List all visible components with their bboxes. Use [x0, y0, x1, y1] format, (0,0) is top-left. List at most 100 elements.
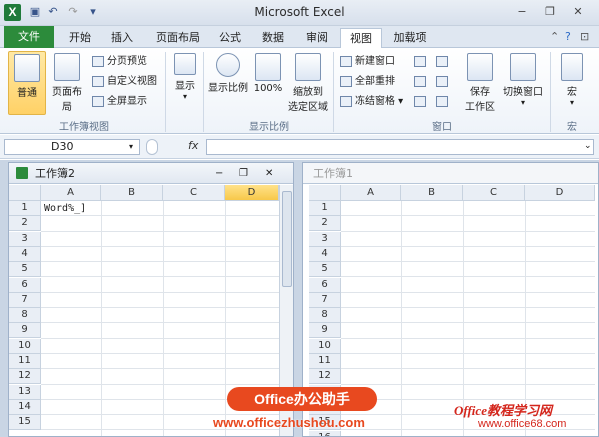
new-window-button[interactable]: 新建窗口	[340, 54, 395, 70]
view-side-by-side-button[interactable]	[436, 54, 451, 70]
window-title: Microsoft Excel	[254, 5, 345, 19]
select-all-corner[interactable]	[309, 185, 341, 201]
pane-close-button[interactable]: ✕	[265, 163, 273, 184]
restore-button[interactable]: ❐	[540, 5, 560, 19]
row-header[interactable]: 3	[309, 231, 341, 247]
tab-data[interactable]: 数据	[254, 28, 292, 48]
custom-views-button[interactable]: 自定义视图	[92, 74, 157, 90]
tab-home[interactable]: 开始	[60, 28, 100, 48]
expand-formula-bar-icon[interactable]: ⌄	[584, 141, 592, 151]
table-row	[41, 232, 279, 247]
hide-button[interactable]	[414, 74, 429, 90]
help-chevron-icon[interactable]: ⌃	[550, 30, 559, 43]
zoom-selection-label-1: 缩放到	[293, 87, 323, 98]
row-header[interactable]: 2	[9, 216, 41, 232]
switch-windows-button[interactable]: 切换窗口 ▾	[500, 51, 546, 115]
cell-a1[interactable]: Word%_]	[44, 203, 86, 214]
row-header[interactable]: 13	[9, 384, 41, 400]
row-header[interactable]: 8	[9, 308, 41, 324]
row-header[interactable]: 15	[9, 415, 41, 431]
column-header-c[interactable]: C	[163, 185, 225, 201]
row-header[interactable]: 6	[309, 277, 341, 293]
workbook-title-bar-inactive: 工作簿1	[303, 163, 598, 184]
name-box-dropdown-icon[interactable]: ▾	[129, 140, 133, 154]
zoom-button[interactable]: 显示比例	[206, 51, 250, 115]
row-header[interactable]: 8	[309, 308, 341, 324]
show-button[interactable]: 显示 ▾	[170, 51, 200, 115]
pane-minimize-button[interactable]: −	[215, 163, 223, 184]
page-break-label: 分页预览	[107, 56, 147, 67]
row-header[interactable]: 6	[9, 277, 41, 293]
tab-view[interactable]: 视图	[340, 28, 382, 49]
tab-review[interactable]: 审阅	[298, 28, 336, 48]
close-button[interactable]: ✕	[568, 5, 588, 19]
row-header[interactable]: 10	[309, 338, 341, 354]
row-header[interactable]: 4	[309, 246, 341, 262]
table-row	[341, 369, 595, 385]
column-header-b[interactable]: B	[401, 185, 463, 201]
column-header-a[interactable]: A	[41, 185, 101, 201]
minimize-button[interactable]: −	[512, 5, 532, 19]
reset-position-button[interactable]	[436, 94, 451, 110]
switch-windows-label: 切换窗口	[503, 87, 543, 98]
row-header[interactable]: 5	[9, 262, 41, 278]
watermark-site-url: www.office68.com	[478, 418, 567, 430]
page-layout-view-button[interactable]: 页面布局	[48, 51, 86, 115]
unhide-button[interactable]	[414, 94, 429, 110]
zoom-selection-icon	[295, 53, 321, 81]
split-button[interactable]	[414, 54, 429, 70]
row-header[interactable]: 1	[9, 201, 41, 216]
column-header-c[interactable]: C	[463, 185, 525, 201]
row-header[interactable]: 11	[9, 354, 41, 369]
tab-formulas[interactable]: 公式	[212, 28, 248, 48]
row-header[interactable]: 7	[309, 292, 341, 308]
select-all-corner[interactable]	[9, 185, 41, 201]
row-header[interactable]: 12	[9, 369, 41, 385]
save-workspace-button[interactable]: 保存 工作区	[460, 51, 500, 115]
hide-icon	[414, 75, 426, 87]
full-screen-button[interactable]: 全屏显示	[92, 94, 147, 110]
row-header[interactable]: 4	[9, 246, 41, 262]
arrange-all-button[interactable]: 全部重排	[340, 74, 395, 90]
row-header[interactable]: 14	[9, 399, 41, 415]
sync-scroll-button[interactable]	[436, 74, 451, 90]
scrollbar-thumb[interactable]	[282, 191, 292, 287]
row-header[interactable]: 1	[309, 201, 341, 216]
tab-addins[interactable]: 加载项	[388, 28, 432, 48]
pane-restore-button[interactable]: ❐	[239, 163, 248, 184]
column-header-d[interactable]: D	[525, 185, 595, 201]
table-row	[341, 216, 595, 232]
column-header-d[interactable]: D	[225, 185, 279, 201]
row-header[interactable]: 3	[9, 231, 41, 247]
column-header-b[interactable]: B	[101, 185, 163, 201]
formula-bar-resize-handle[interactable]	[146, 139, 158, 155]
tab-insert[interactable]: 插入	[102, 28, 142, 48]
row-header[interactable]: 10	[9, 338, 41, 354]
zoom-selection-label-2: 选定区域	[288, 102, 328, 113]
row-header[interactable]: 2	[309, 216, 341, 232]
tab-file[interactable]: 文件	[4, 26, 54, 48]
row-header[interactable]: 11	[309, 354, 341, 369]
row-header[interactable]: 9	[9, 323, 41, 339]
name-box[interactable]: D30 ▾	[4, 139, 140, 155]
row-header[interactable]: 5	[309, 262, 341, 278]
table-row	[41, 216, 279, 232]
page-break-preview-button[interactable]: 分页预览	[92, 54, 147, 70]
page-break-icon	[92, 55, 104, 67]
row-header[interactable]: 12	[309, 369, 341, 385]
normal-view-button[interactable]: 普通	[8, 51, 46, 115]
tab-page-layout[interactable]: 页面布局	[148, 28, 208, 48]
insert-function-icon[interactable]: fx	[188, 139, 198, 152]
help-icon[interactable]: ?	[565, 30, 571, 43]
macros-button[interactable]: 宏 ▾	[554, 51, 590, 115]
row-header[interactable]: 7	[9, 292, 41, 308]
ribbon: 普通 页面布局 分页预览 自定义视图 全屏显示 工作簿视图 显示 ▾ 显示比例 …	[0, 48, 599, 134]
save-workspace-label-2: 工作区	[465, 102, 495, 113]
column-header-a[interactable]: A	[341, 185, 401, 201]
zoom-to-selection-button[interactable]: 缩放到 选定区域	[286, 51, 330, 115]
formula-input[interactable]	[206, 139, 594, 155]
freeze-panes-button[interactable]: 冻结窗格 ▾	[340, 94, 403, 110]
row-header[interactable]: 9	[309, 323, 341, 339]
ribbon-options-icon[interactable]: ⊡	[580, 30, 589, 43]
zoom-100-button[interactable]: 100%	[252, 51, 284, 115]
